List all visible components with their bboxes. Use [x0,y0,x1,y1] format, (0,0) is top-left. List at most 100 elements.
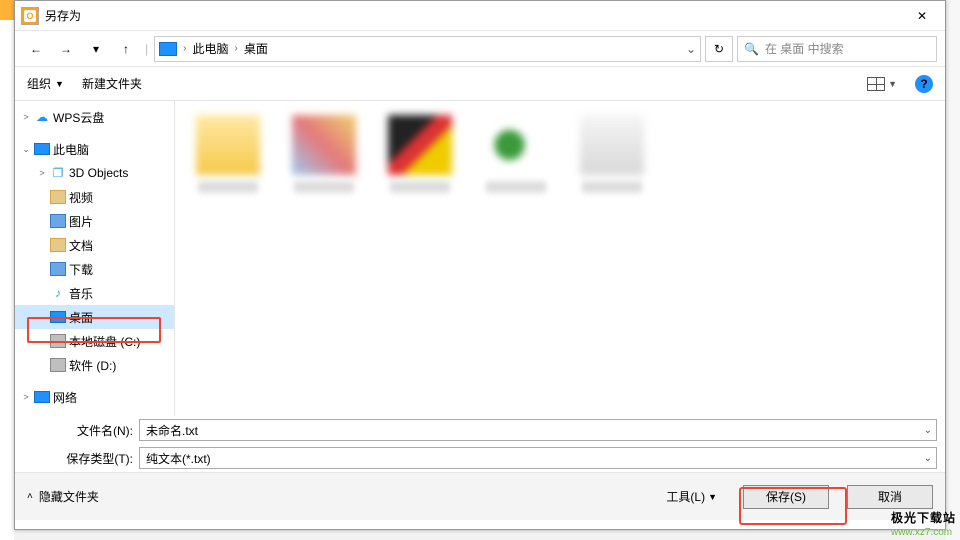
refresh-button[interactable]: ↻ [705,36,733,62]
tree-item-视频[interactable]: 视频 [15,185,174,209]
folder-thumbnail[interactable] [483,115,549,193]
watermark-url: www.xz7.com [891,527,956,538]
cancel-button[interactable]: 取消 [847,485,933,509]
monitor-icon [34,391,50,403]
app-icon: O [21,7,39,25]
filetype-select[interactable]: 纯文本(*.txt) ⌄ [139,447,937,469]
tree-item-文档[interactable]: 文档 [15,233,174,257]
tools-menu[interactable]: 工具(L)▼ [658,484,725,509]
separator: | [145,42,148,56]
chevron-down-icon[interactable]: ⌄ [686,42,696,56]
folder-thumbnail[interactable] [291,115,357,193]
hide-folders-toggle[interactable]: ˄ 隐藏文件夹 [27,488,99,505]
search-input[interactable]: 🔍 在 桌面 中搜索 [737,36,937,62]
tools-label: 工具(L) [666,488,705,505]
help-button[interactable]: ? [915,75,933,93]
background-left-fragment [0,0,14,540]
search-icon: 🔍 [744,42,759,56]
expand-arrow-icon[interactable]: > [21,392,31,402]
chevron-right-icon: › [181,43,188,54]
expand-arrow-icon[interactable]: > [37,168,47,178]
close-icon: ✕ [917,9,927,23]
folder-tree[interactable]: >☁WPS云盘⌄此电脑>❐3D Objects视频图片文档下载♪音乐桌面本地磁盘… [15,101,175,416]
tree-item-本地磁盘 (C:)[interactable]: 本地磁盘 (C:) [15,329,174,353]
filename-input[interactable]: 未命名.txt ⌄ [139,419,937,441]
organize-label: 组织 [27,75,51,92]
tree-label: 网络 [53,389,77,406]
tree-item-下载[interactable]: 下载 [15,257,174,281]
background-right-fragment [946,0,960,540]
expand-arrow-icon[interactable]: > [21,112,31,122]
tree-item-网络[interactable]: > 网络 [15,385,174,409]
tree-label: 3D Objects [69,166,128,180]
chevron-up-icon: ˄ [27,491,33,502]
tree-item-音乐[interactable]: ♪音乐 [15,281,174,305]
search-placeholder: 在 桌面 中搜索 [765,40,844,57]
arrow-right-icon: → [60,42,72,56]
tree-label: 文档 [69,237,93,254]
view-mode-button[interactable]: ▼ [867,77,897,91]
nav-row: ← → ▾ ↑ | › 此电脑 › 桌面 ⌄ ↻ 🔍 在 桌面 中搜索 [15,31,945,67]
hide-folders-label: 隐藏文件夹 [39,488,99,505]
filetype-value: 纯文本(*.txt) [146,450,211,467]
tree-item-此电脑[interactable]: ⌄ 此电脑 [15,137,174,161]
tree-label: 音乐 [69,285,93,302]
expand-arrow-icon[interactable]: ⌄ [21,144,31,155]
forward-button[interactable]: → [53,36,79,62]
cloud-icon: ☁ [34,110,50,124]
new-folder-label: 新建文件夹 [82,75,142,92]
chevron-down-icon[interactable]: ⌄ [924,453,932,464]
folder-thumbnail[interactable] [579,115,645,193]
up-button[interactable]: ↑ [113,36,139,62]
save-label: 保存(S) [766,488,806,505]
filename-label: 文件名(N): [15,422,139,439]
note-icon: ♪ [50,286,66,300]
tree-label: 视频 [69,189,93,206]
address-bar[interactable]: › 此电脑 › 桌面 ⌄ [154,36,701,62]
tree-label: 软件 (D:) [69,357,116,374]
tree-label: WPS云盘 [53,109,104,126]
file-area[interactable] [175,101,945,416]
chevron-down-icon[interactable]: ⌄ [924,425,932,436]
tree-label: 下载 [69,261,93,278]
breadcrumb-current[interactable]: 桌面 [244,40,268,57]
bottom-bar: ˄ 隐藏文件夹 工具(L)▼ 保存(S) 取消 [15,472,945,520]
close-button[interactable]: ✕ [899,1,945,31]
arrow-left-icon: ← [30,42,42,56]
monitor-icon [34,143,50,155]
arrow-up-icon: ↑ [123,42,129,56]
folder-thumbnail[interactable] [387,115,453,193]
folder-thumbnail[interactable] [195,115,261,193]
monitor-icon [50,311,66,323]
dialog-body: >☁WPS云盘⌄此电脑>❐3D Objects视频图片文档下载♪音乐桌面本地磁盘… [15,101,945,416]
tree-item-图片[interactable]: 图片 [15,209,174,233]
tree-item-3D Objects[interactable]: >❐3D Objects [15,161,174,185]
tree-label: 此电脑 [53,141,89,158]
cancel-label: 取消 [878,488,902,505]
save-button[interactable]: 保存(S) [743,485,829,509]
chevron-down-icon: ▼ [708,492,717,502]
tree-item-桌面[interactable]: 桌面 [15,305,174,329]
blue-icon [50,214,66,228]
chevron-right-icon: › [232,43,239,54]
cube-icon: ❐ [50,166,66,180]
recent-dropdown[interactable]: ▾ [83,36,109,62]
watermark-title: 极光下载站 [891,511,956,525]
new-folder-button[interactable]: 新建文件夹 [82,75,142,92]
organize-menu[interactable]: 组织▼ [27,75,64,92]
filename-value: 未命名.txt [146,422,198,439]
refresh-icon: ↻ [714,42,724,56]
breadcrumb-root[interactable]: 此电脑 [192,40,228,57]
folder-icon [50,190,66,204]
toolbar: 组织▼ 新建文件夹 ▼ ? [15,67,945,101]
chevron-down-icon: ▾ [93,42,99,56]
tree-label: 图片 [69,213,93,230]
window-title: 另存为 [45,7,81,24]
watermark: 极光下载站 www.xz7.com [891,507,956,538]
back-button[interactable]: ← [23,36,49,62]
tree-item-WPS云盘[interactable]: >☁WPS云盘 [15,105,174,129]
chevron-down-icon: ▼ [888,79,897,89]
tree-item-软件 (D:)[interactable]: 软件 (D:) [15,353,174,377]
save-as-dialog: O 另存为 ✕ ← → ▾ ↑ | › 此电脑 › 桌面 ⌄ ↻ 🔍 在 桌面 … [14,0,946,530]
filename-row: 文件名(N): 未命名.txt ⌄ [15,416,945,444]
